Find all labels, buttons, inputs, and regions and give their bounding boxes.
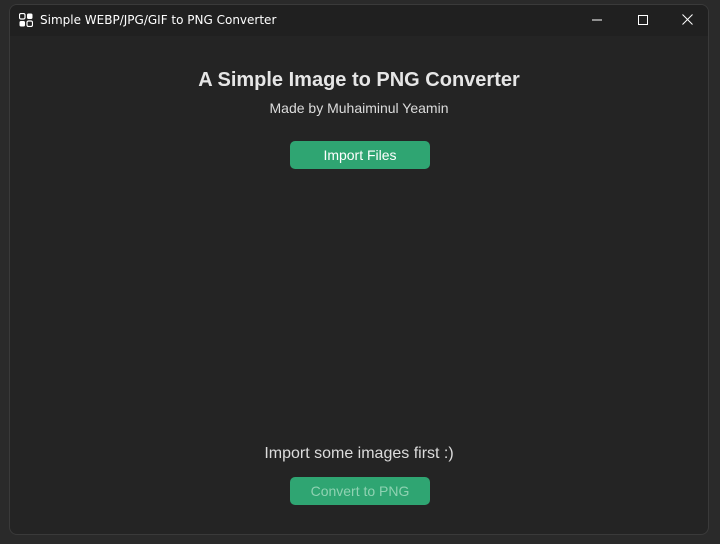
window-title: Simple WEBP/JPG/GIF to PNG Converter [40,13,277,27]
app-window: Simple WEBP/JPG/GIF to PNG Converter A S… [9,4,709,535]
app-icon [18,12,34,28]
title-bar[interactable]: Simple WEBP/JPG/GIF to PNG Converter [10,5,708,36]
main-content: A Simple Image to PNG Converter Made by … [10,36,708,534]
page-title: A Simple Image to PNG Converter [198,69,520,91]
close-button[interactable] [664,5,708,36]
import-files-label: Import Files [323,147,397,163]
convert-to-png-label: Convert to PNG [310,483,410,499]
close-icon [681,12,693,30]
minimize-button[interactable] [574,5,620,36]
minimize-icon [592,12,602,30]
status-message: Import some images first :) [264,445,454,462]
convert-to-png-button[interactable]: Convert to PNG [290,477,430,505]
maximize-button[interactable] [620,5,666,36]
maximize-icon [638,12,648,30]
import-files-button[interactable]: Import Files [290,141,430,169]
author-subtitle: Made by Muhaiminul Yeamin [269,100,449,116]
